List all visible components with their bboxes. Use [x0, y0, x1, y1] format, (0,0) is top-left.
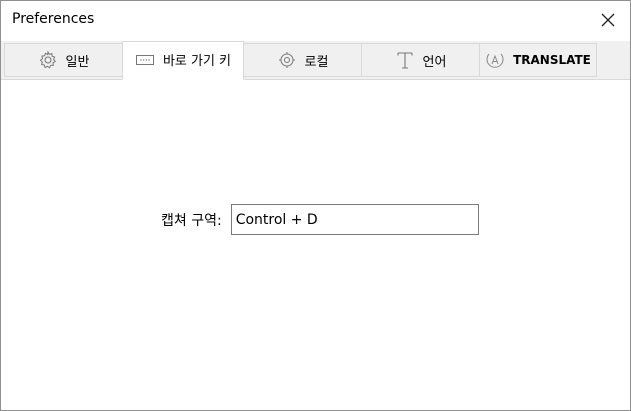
translate-a-icon	[485, 50, 505, 70]
tab-translate[interactable]: TRANSLATE	[479, 43, 597, 77]
close-button[interactable]	[586, 1, 630, 39]
preferences-window: Preferences 일반 바로 가기 키 로컬 언어 TRANSLATE 캡…	[0, 0, 631, 411]
keyboard-icon	[135, 50, 155, 70]
title-bar: Preferences	[1, 1, 630, 39]
capture-region-label: 캡쳐 구역:	[161, 212, 222, 229]
close-icon	[601, 13, 615, 27]
target-gear-icon	[277, 50, 297, 70]
tab-general[interactable]: 일반	[4, 43, 123, 77]
tab-shortcut-keys[interactable]: 바로 가기 키	[122, 41, 244, 80]
tab-content-panel: 캡쳐 구역:	[1, 80, 630, 410]
text-t-icon	[395, 50, 415, 70]
tab-local[interactable]: 로컬	[243, 43, 362, 77]
window-title: Preferences	[12, 11, 95, 27]
tab-label: 일반	[65, 54, 90, 70]
tab-label: 로컬	[304, 54, 329, 70]
tab-language[interactable]: 언어	[361, 43, 480, 77]
capture-region-row: 캡쳐 구역:	[161, 204, 479, 235]
tab-label: TRANSLATE	[513, 53, 591, 67]
capture-region-shortcut-input[interactable]	[230, 204, 479, 235]
tab-label: 바로 가기 키	[162, 54, 232, 69]
tab-strip: 일반 바로 가기 키 로컬 언어 TRANSLATE	[1, 41, 630, 80]
tab-label: 언어	[422, 54, 447, 70]
gear-icon	[38, 50, 58, 70]
